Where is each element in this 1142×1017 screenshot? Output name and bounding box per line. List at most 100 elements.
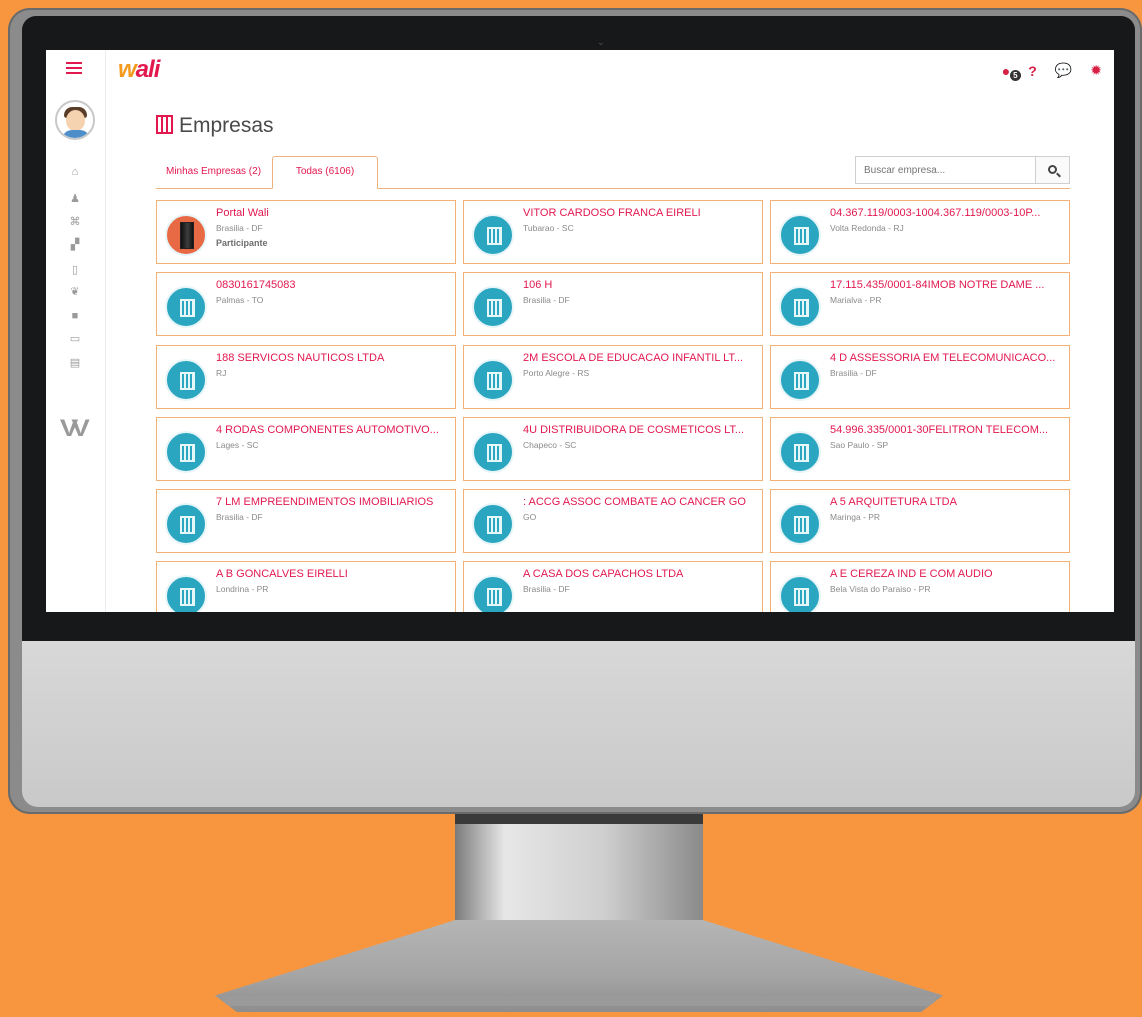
building-icon (794, 444, 809, 462)
monitor-stand-neck (455, 814, 703, 934)
company-card[interactable]: A B GONCALVES EIRELLI Londrina - PR (156, 561, 456, 612)
monitor-chin (22, 641, 1135, 807)
company-name[interactable]: 17.115.435/0001-84IMOB NOTRE DAME ... (830, 279, 1065, 291)
help-icon[interactable]: ? (1028, 63, 1037, 79)
company-location: Chapeco - SC (523, 440, 577, 450)
topbar-actions: ● 5? 💬 ✹ (1002, 62, 1102, 81)
tab-minhas-empresas[interactable]: Minhas Empresas (2) (156, 157, 271, 189)
company-location: Palmas - TO (216, 295, 264, 305)
sidebar: ⌂ ♟ ⌘ ▞ ▯ ❦ ■ ▭ ▤ VV (46, 50, 106, 612)
building-icon[interactable]: ▯ (68, 264, 82, 276)
company-avatar (472, 286, 514, 328)
building-icon (180, 222, 194, 249)
company-card[interactable]: 04.367.119/0003-1004.367.119/0003-10P...… (770, 200, 1070, 264)
company-location: GO (523, 512, 537, 522)
company-location: Brasilia - DF (523, 584, 570, 594)
globe-notifications-icon[interactable]: ● 5 (1002, 63, 1021, 81)
company-card[interactable]: Portal Wali Brasilia - DF Participante (156, 200, 456, 264)
company-location: Porto Alegre - RS (523, 368, 590, 378)
company-name[interactable]: 188 SERVICOS NAUTICOS LTDA (216, 352, 451, 364)
settings-icon[interactable]: ✹ (1090, 62, 1102, 79)
search-input[interactable] (855, 156, 1035, 184)
company-card[interactable]: : ACCG ASSOC COMBATE AO CANCER GO GO (463, 489, 763, 553)
company-card[interactable]: 4 D ASSESSORIA EM TELECOMUNICACO... Brasi… (770, 345, 1070, 409)
company-name[interactable]: 04.367.119/0003-1004.367.119/0003-10P... (830, 207, 1065, 219)
company-location: Londrina - PR (216, 584, 269, 594)
company-name[interactable]: 4 D ASSESSORIA EM TELECOMUNICACO... (830, 352, 1065, 364)
company-tag: Participante (216, 238, 268, 248)
company-location: Brasilia - DF (523, 295, 570, 305)
stairs-icon[interactable]: ▞ (68, 239, 82, 251)
monitor-stand-base-edge (222, 996, 936, 1006)
company-card[interactable]: VITOR CARDOSO FRANCA EIRELI Tubarao - SC (463, 200, 763, 264)
card-icon[interactable]: ▭ (68, 333, 82, 345)
building-icon (180, 372, 195, 390)
company-location: RJ (216, 368, 227, 378)
help-icon-glyph: ? (1028, 62, 1037, 79)
brand-logo[interactable]: wali (118, 56, 160, 84)
company-card[interactable]: 17.115.435/0001-84IMOB NOTRE DAME ... Mar… (770, 272, 1070, 336)
building-icon (794, 588, 809, 606)
building-icon (487, 516, 502, 534)
company-card[interactable]: 106 H Brasilia - DF (463, 272, 763, 336)
building-icon (487, 227, 502, 245)
company-avatar (779, 503, 821, 545)
company-card[interactable]: A 5 ARQUITETURA LTDA Maringa - PR (770, 489, 1070, 553)
company-avatar (472, 503, 514, 545)
company-location: Maringa - PR (830, 512, 881, 522)
company-card[interactable]: 0830161745083 Palmas - TO (156, 272, 456, 336)
leaf-icon[interactable]: ❦ (68, 286, 82, 298)
company-card[interactable]: 4U DISTRIBUIDORA DE COSMETICOS LT... Chap… (463, 417, 763, 481)
company-avatar (779, 359, 821, 401)
company-name[interactable]: A B GONCALVES EIRELLI (216, 568, 451, 580)
company-location: Brasilia - DF (830, 368, 877, 378)
company-card[interactable]: 4 RODAS COMPONENTES AUTOMOTIVO... Lages -… (156, 417, 456, 481)
company-name[interactable]: 4 RODAS COMPONENTES AUTOMOTIVO... (216, 424, 451, 436)
building-icon (180, 588, 195, 606)
chat-icon-glyph: 💬 (1054, 62, 1073, 78)
company-location: Brasilia - DF (216, 223, 263, 233)
company-avatar (472, 214, 514, 256)
company-name[interactable]: 0830161745083 (216, 279, 451, 291)
company-card[interactable]: 188 SERVICOS NAUTICOS LTDA RJ (156, 345, 456, 409)
company-name[interactable]: 106 H (523, 279, 758, 291)
home-icon[interactable]: ⌂ (68, 166, 82, 178)
company-name[interactable]: VITOR CARDOSO FRANCA EIRELI (523, 207, 758, 219)
search-icon (1048, 165, 1057, 174)
company-name[interactable]: 54.996.335/0001-30FELITRON TELECOM... (830, 424, 1065, 436)
company-location: Tubarao - SC (523, 223, 574, 233)
company-avatar (165, 503, 207, 545)
company-name[interactable]: 4U DISTRIBUIDORA DE COSMETICOS LT... (523, 424, 758, 436)
company-name[interactable]: : ACCG ASSOC COMBATE AO CANCER GO (523, 496, 758, 508)
chat-icon[interactable]: 💬 (1055, 62, 1072, 79)
avatar[interactable] (55, 100, 95, 140)
building-icon (794, 516, 809, 534)
company-card[interactable]: A CASA DOS CAPACHOS LTDA Brasilia - DF (463, 561, 763, 612)
company-avatar (472, 431, 514, 473)
company-name[interactable]: 7 LM EMPREENDIMENTOS IMOBILIARIOS (216, 496, 451, 508)
document-icon[interactable]: ▤ (68, 357, 82, 369)
app-screen: ⌂ ♟ ⌘ ▞ ▯ ❦ ■ ▭ ▤ VV wali ● 5? 💬 ✹ Empresas Minhas … (46, 50, 1114, 612)
tab-todas[interactable]: Todas (6106) (272, 156, 378, 189)
video-icon[interactable]: ■ (68, 310, 82, 322)
company-name[interactable]: Portal Wali (216, 207, 451, 219)
building-icon (794, 372, 809, 390)
building-icon (487, 444, 502, 462)
user-icon[interactable]: ♟ (68, 193, 82, 205)
company-name[interactable]: A 5 ARQUITETURA LTDA (830, 496, 1065, 508)
building-icon (487, 299, 502, 317)
company-name[interactable]: A E CEREZA IND E COM AUDIO (830, 568, 1065, 580)
company-card[interactable]: A E CEREZA IND E COM AUDIO Bela Vista do … (770, 561, 1070, 612)
hamburger-menu-icon[interactable] (66, 62, 82, 74)
bank-icon[interactable]: ⌘ (68, 216, 82, 228)
company-avatar (779, 575, 821, 612)
company-card[interactable]: 54.996.335/0001-30FELITRON TELECOM... Sao… (770, 417, 1070, 481)
search-button[interactable] (1035, 156, 1070, 184)
company-avatar (165, 286, 207, 328)
company-card[interactable]: 2M ESCOLA DE EDUCACAO INFANTIL LT... Port… (463, 345, 763, 409)
company-name[interactable]: A CASA DOS CAPACHOS LTDA (523, 568, 758, 580)
company-name[interactable]: 2M ESCOLA DE EDUCACAO INFANTIL LT... (523, 352, 758, 364)
monitor-stand-neck-shadow (455, 814, 703, 824)
company-card[interactable]: 7 LM EMPREENDIMENTOS IMOBILIARIOS Brasili… (156, 489, 456, 553)
company-location: Sao Paulo - SP (830, 440, 889, 450)
